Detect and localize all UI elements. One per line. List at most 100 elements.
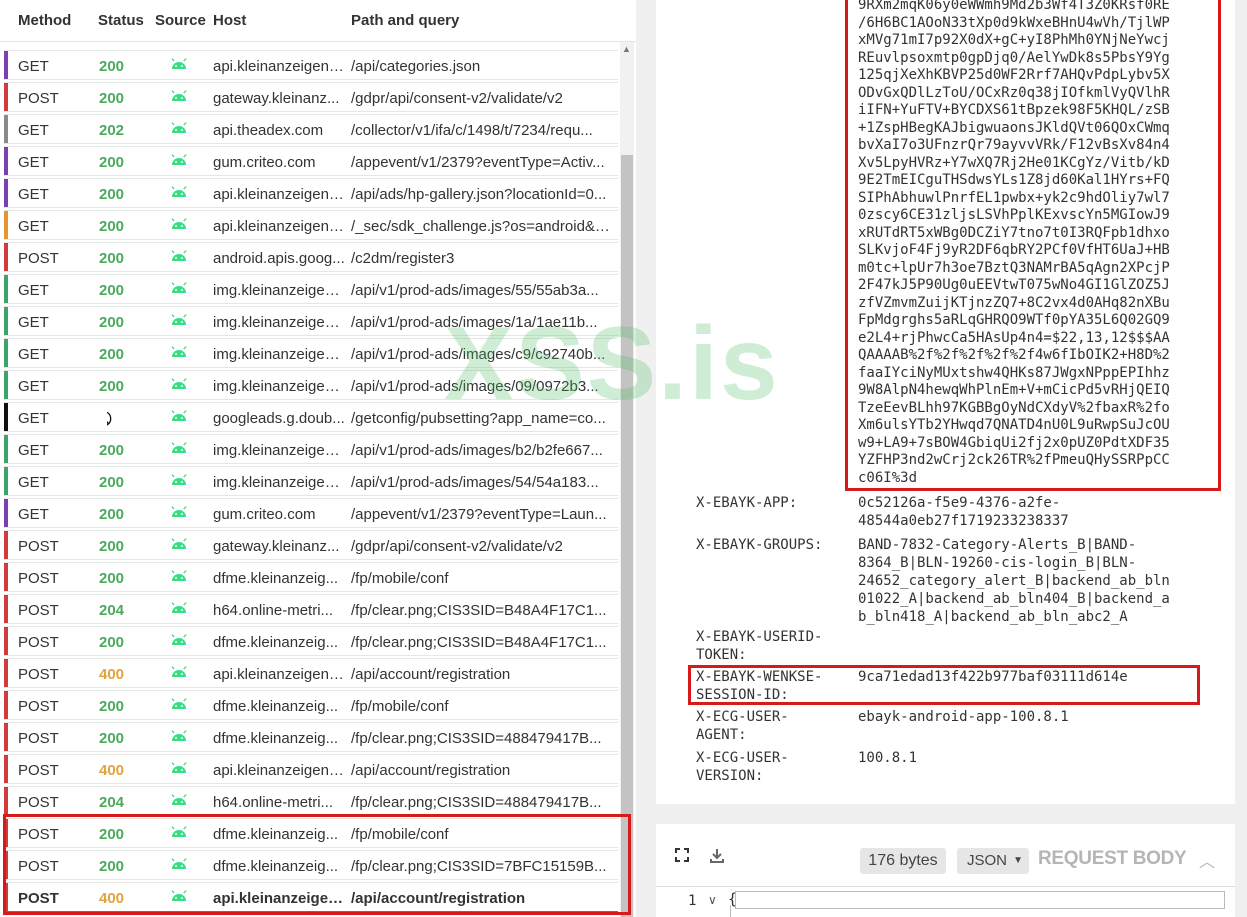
table-row[interactable]: POST 200 android.apis.goog... /c2dm/registe… (4, 242, 618, 272)
cell-path: /api/v1/prod-ads/images/54/54a183... (351, 474, 599, 491)
table-row[interactable]: POST 200 gateway.kleinanz... /gdpr/api/cons… (4, 530, 618, 560)
cell-host: img.kleinanzeigen... (213, 378, 345, 395)
android-icon (170, 89, 190, 106)
cell-method: GET (18, 314, 49, 331)
chevron-up-icon[interactable]: ︿ (1199, 848, 1215, 872)
cell-method: GET (18, 218, 49, 235)
scrollbar-thumb[interactable] (621, 155, 633, 917)
cell-host: h64.online-metri... (213, 794, 334, 811)
cell-method: GET (18, 378, 49, 395)
android-icon (170, 441, 190, 458)
cell-method: GET (18, 506, 49, 523)
table-row[interactable]: GET 200 img.kleinanzeigen... /api/v1/prod-a… (4, 434, 618, 464)
cell-path: /fp/clear.png;CIS3SID=B48A4F17C1... (351, 602, 607, 619)
expand-icon[interactable] (675, 848, 691, 864)
cell-method: GET (18, 282, 49, 299)
cell-host: gum.criteo.com (213, 506, 316, 523)
android-icon (170, 249, 190, 266)
body-editor[interactable]: 1 ∨ { (656, 886, 1235, 917)
cell-status: 200 (99, 442, 125, 459)
col-status[interactable]: Status (98, 12, 144, 29)
request-list-pane: Method Status Source Host Path and query… (0, 0, 636, 917)
method-color-bar (4, 435, 8, 463)
header-value: 100.8.1 (858, 750, 918, 766)
header-value: ebayk-android-app-100.8.1 (858, 709, 1069, 725)
table-row[interactable]: POST 400 api.kleinanzeigen.... /api/account… (4, 658, 618, 688)
cell-status: 200 (99, 186, 125, 203)
cell-method: POST (18, 730, 59, 747)
table-row[interactable]: GET 200 img.kleinanzeigen... /api/v1/prod-a… (4, 466, 618, 496)
cell-path: /api/categories.json (351, 58, 481, 75)
cell-host: gateway.kleinanz... (213, 538, 340, 555)
request-body-title[interactable]: REQUEST BODY (1038, 848, 1187, 870)
method-color-bar (4, 211, 8, 239)
cell-host: h64.online-metri... (213, 602, 334, 619)
header-key: X-EBAYK-USERID- TOKEN: (696, 629, 823, 663)
table-row[interactable]: GET 200 api.kleinanzeigen.... /api/ads/hp-g… (4, 178, 618, 208)
cell-path: /fp/mobile/conf (351, 570, 449, 587)
table-row[interactable]: GET 202 api.theadex.com/collector/v1/ifa/c… (4, 114, 618, 144)
col-source[interactable]: Source (155, 12, 206, 29)
android-icon (170, 537, 190, 554)
method-color-bar (4, 627, 8, 655)
col-method[interactable]: Method (18, 12, 71, 29)
table-row[interactable]: POST 204 h64.online-metri... /fp/clear.png;… (4, 786, 618, 816)
table-row[interactable]: GET⃠ googleads.g.doub... /getconfig/pubset… (4, 402, 618, 432)
scroll-up-arrow-icon[interactable]: ▲ (622, 44, 631, 54)
cell-method: POST (18, 666, 59, 683)
android-icon (170, 665, 190, 682)
cell-path: /fp/clear.png;CIS3SID=488479417B... (351, 794, 602, 811)
table-row[interactable]: GET 200 api.kleinanzeigen.... /api/categori… (4, 50, 618, 80)
table-row[interactable]: GET 200 img.kleinanzeigen... /api/v1/prod-a… (4, 338, 618, 368)
cell-host: googleads.g.doub... (213, 410, 345, 427)
method-color-bar (4, 403, 8, 431)
method-color-bar (4, 787, 8, 815)
cell-status: 204 (99, 602, 125, 619)
cell-status: 200 (99, 506, 125, 523)
android-icon (170, 345, 190, 362)
table-row[interactable]: POST 200 gateway.kleinanz... /gdpr/api/cons… (4, 82, 618, 112)
cell-path: /_sec/sdk_challenge.js?os=android&st... (351, 218, 613, 235)
cell-status: 200 (99, 538, 125, 555)
table-row[interactable]: GET 200 img.kleinanzeigen... /api/v1/prod-a… (4, 370, 618, 400)
table-row[interactable]: GET 200 img.kleinanzeigen... /api/v1/prod-a… (4, 306, 618, 336)
table-row[interactable]: POST 200 dfme.kleinanzeig... /fp/mobile/con… (4, 562, 618, 592)
cell-host: img.kleinanzeigen... (213, 282, 345, 299)
download-icon[interactable] (709, 848, 727, 866)
table-row[interactable]: POST 204 h64.online-metri... /fp/clear.png;… (4, 594, 618, 624)
cell-path: /api/ads/hp-gallery.json?locationId=0... (351, 186, 607, 203)
highlight-box-session-id (688, 665, 1200, 705)
table-row[interactable]: POST 200 dfme.kleinanzeig... /fp/clear.png;… (4, 626, 618, 656)
header-key: X-EBAYK-APP: (696, 495, 798, 511)
cell-path: /api/v1/prod-ads/images/1a/1ae11b... (351, 314, 598, 331)
table-row[interactable]: POST 200 dfme.kleinanzeig... /fp/mobile/con… (4, 690, 618, 720)
format-select-value: JSON (967, 852, 1008, 869)
col-host[interactable]: Host (213, 12, 246, 29)
table-row[interactable]: GET 200 api.kleinanzeigen.... /_sec/sdk_cha… (4, 210, 618, 240)
android-icon (170, 185, 190, 202)
fold-chevron-icon[interactable]: ∨ (708, 893, 717, 907)
cell-status: 200 (99, 90, 125, 107)
cell-host: dfme.kleinanzeig... (213, 730, 339, 747)
cell-host: api.kleinanzeigen.... (213, 666, 345, 683)
android-icon (170, 569, 190, 586)
cell-method: POST (18, 698, 59, 715)
android-icon (170, 793, 190, 810)
cell-status: 204 (99, 794, 125, 811)
table-row[interactable]: GET 200 img.kleinanzeigen... /api/v1/prod-a… (4, 274, 618, 304)
format-select[interactable]: JSON ▼ (957, 848, 1029, 874)
table-row[interactable]: POST 400 api.kleinanzeigen.... /api/account… (4, 754, 618, 784)
cell-path: /appevent/v1/2379?eventType=Laun... (351, 506, 607, 523)
cell-host: img.kleinanzeigen... (213, 314, 345, 331)
cell-method: GET (18, 410, 49, 427)
android-icon (170, 153, 190, 170)
table-row[interactable]: POST 200 dfme.kleinanzeig... /fp/clear.png;… (4, 722, 618, 752)
cell-method: GET (18, 186, 49, 203)
cell-method: GET (18, 346, 49, 363)
cell-method: GET (18, 122, 49, 139)
table-row[interactable]: GET 200 gum.criteo.com/appevent/v1/2379?ev… (4, 498, 618, 528)
method-color-bar (4, 243, 8, 271)
col-path[interactable]: Path and query (351, 12, 459, 29)
table-row[interactable]: GET 200 gum.criteo.com/appevent/v1/2379?ev… (4, 146, 618, 176)
cell-status: 200 (99, 346, 125, 363)
